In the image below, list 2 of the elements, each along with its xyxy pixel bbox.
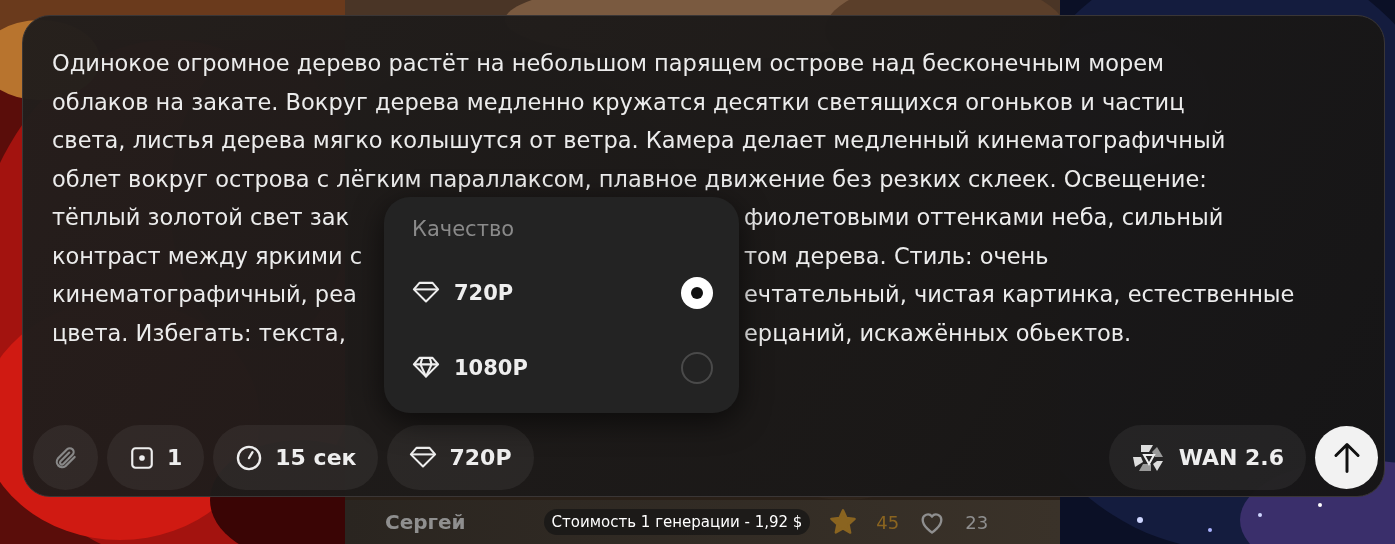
arrow-up-icon [1331,441,1362,474]
model-button[interactable]: WAN 2.6 [1108,425,1306,490]
